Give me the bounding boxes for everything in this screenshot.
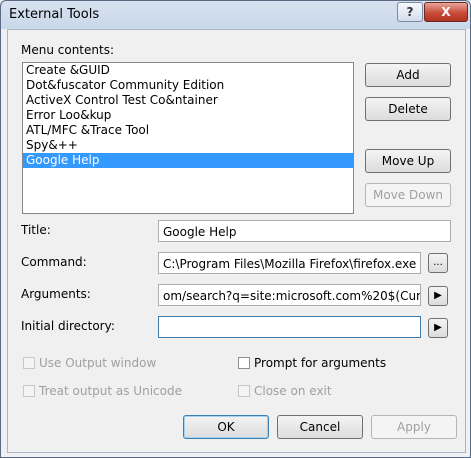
list-item-selected[interactable]: Google Help [23,153,353,168]
title-label: Title: [21,223,51,237]
title-input[interactable]: Google Help [158,220,451,242]
list-item[interactable]: Error Loo&kup [23,108,353,123]
external-tools-dialog: External Tools ? X Menu contents: Create… [0,0,471,458]
cancel-button[interactable]: Cancel [277,415,363,439]
menu-contents-list[interactable]: Create &GUID Dot&fuscator Community Edit… [22,62,354,214]
prompt-for-arguments-checkbox[interactable] [238,357,250,369]
list-item[interactable]: ATL/MFC &Trace Tool [23,123,353,138]
move-down-button[interactable]: Move Down [365,183,451,207]
help-button[interactable]: ? [397,2,423,22]
initial-directory-label: Initial directory: [21,319,115,333]
list-item[interactable]: Dot&fuscator Community Edition [23,78,353,93]
arguments-arrow-button[interactable]: ▶ [428,286,448,306]
list-item[interactable]: ActiveX Control Test Co&ntainer [23,93,353,108]
initial-directory-arrow-button[interactable]: ▶ [428,318,448,338]
arguments-label: Arguments: [21,287,91,301]
menu-contents-label: Menu contents: [21,43,114,57]
list-item[interactable]: Spy&++ [23,138,353,153]
list-item[interactable]: Create &GUID [23,63,353,78]
ok-button[interactable]: OK [183,415,269,439]
move-up-button[interactable]: Move Up [365,149,451,173]
browse-button[interactable]: ... [428,253,448,273]
treat-output-unicode-label: Treat output as Unicode [39,384,182,398]
arrow-right-icon: ▶ [434,290,442,301]
arguments-input[interactable]: om/search?q=site:microsoft.com%20$(CurTe… [158,284,421,306]
close-on-exit-checkbox[interactable] [238,385,250,397]
delete-button[interactable]: Delete [365,97,451,121]
treat-output-unicode-checkbox[interactable] [23,385,35,397]
close-button[interactable]: X [424,2,468,22]
title-bar: External Tools ? X [1,1,470,29]
use-output-window-label: Use Output window [39,356,157,370]
arrow-right-icon: ▶ [434,322,442,333]
close-on-exit-label: Close on exit [254,384,332,398]
add-button[interactable]: Add [365,63,451,87]
command-input[interactable]: C:\Program Files\Mozilla Firefox\firefox… [158,252,421,274]
window-title: External Tools [9,7,100,22]
prompt-for-arguments-label: Prompt for arguments [254,356,387,370]
command-label: Command: [21,255,87,269]
dialog-body: Menu contents: Create &GUID Dot&fuscator… [7,29,466,453]
use-output-window-checkbox[interactable] [23,357,35,369]
initial-directory-input[interactable] [158,316,421,338]
apply-button[interactable]: Apply [371,415,457,439]
